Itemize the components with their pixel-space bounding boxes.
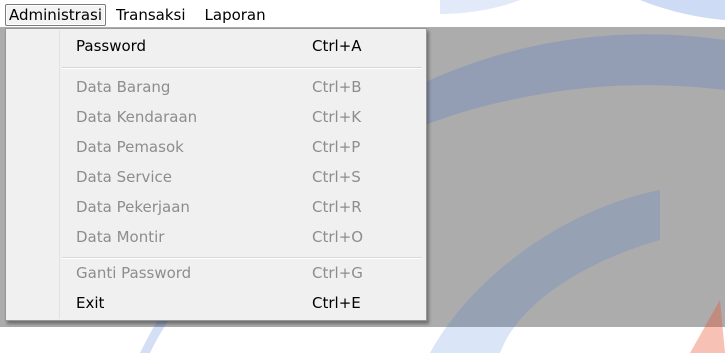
- menu-item-label: Data Kendaraan: [76, 108, 198, 126]
- menu-item-label: Data Barang: [76, 78, 171, 96]
- menu-bar: Administrasi Transaksi Laporan: [0, 4, 725, 26]
- menu-item-label: Data Service: [76, 168, 173, 186]
- menu-item-shortcut: Ctrl+O: [312, 228, 364, 246]
- menu-item-label: Data Pekerjaan: [76, 198, 190, 216]
- menu-item-label: Exit: [76, 294, 105, 312]
- menu-item-shortcut: Ctrl+S: [312, 168, 361, 186]
- gutter-divider: [59, 30, 60, 319]
- menu-item-label: Ganti Password: [76, 264, 192, 282]
- menu-item-shortcut: Ctrl+B: [312, 78, 362, 96]
- icon-gutter: [7, 30, 59, 319]
- menu-item-shortcut: Ctrl+P: [312, 138, 361, 156]
- menu-item-data-kendaraan[interactable]: Data Kendaraan Ctrl+K: [76, 105, 416, 129]
- menu-item-label: Password: [76, 37, 147, 55]
- menu-item-shortcut: Ctrl+R: [312, 198, 362, 216]
- menu-item-password[interactable]: Password Ctrl+A: [76, 34, 416, 58]
- menu-item-shortcut: Ctrl+G: [312, 264, 363, 282]
- menu-item-data-barang[interactable]: Data Barang Ctrl+B: [76, 75, 416, 99]
- menu-item-ganti-password[interactable]: Ganti Password Ctrl+G: [76, 261, 416, 285]
- menu-item-shortcut: Ctrl+E: [312, 294, 361, 312]
- menu-separator: [62, 257, 422, 259]
- menu-transaksi[interactable]: Transaksi: [111, 5, 191, 25]
- menu-item-label: Data Pemasok: [76, 138, 184, 156]
- menu-item-data-pekerjaan[interactable]: Data Pekerjaan Ctrl+R: [76, 195, 416, 219]
- menu-laporan[interactable]: Laporan: [199, 5, 272, 25]
- menu-item-data-service[interactable]: Data Service Ctrl+S: [76, 165, 416, 189]
- menu-item-shortcut: Ctrl+K: [312, 108, 362, 126]
- menu-item-label: Data Montir: [76, 228, 165, 246]
- menu-item-data-pemasok[interactable]: Data Pemasok Ctrl+P: [76, 135, 416, 159]
- menu-item-exit[interactable]: Exit Ctrl+E: [76, 291, 416, 315]
- status-area: [0, 327, 725, 353]
- menu-administrasi[interactable]: Administrasi: [5, 4, 107, 26]
- administrasi-dropdown: Password Ctrl+A Data Barang Ctrl+B Data …: [5, 28, 427, 321]
- menu-item-data-montir[interactable]: Data Montir Ctrl+O: [76, 225, 416, 249]
- menu-item-shortcut: Ctrl+A: [312, 37, 362, 55]
- menu-separator: [62, 67, 422, 69]
